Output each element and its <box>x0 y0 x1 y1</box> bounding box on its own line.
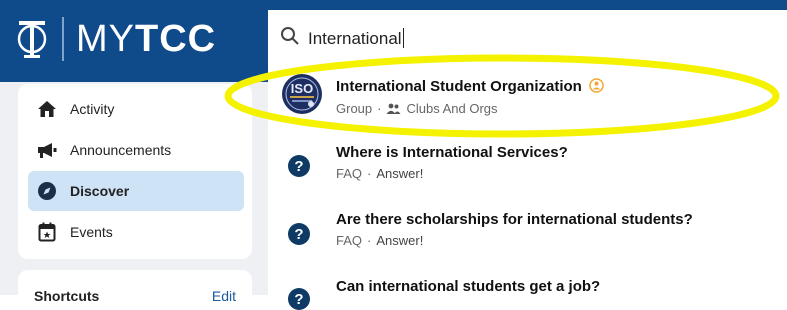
result-item[interactable]: ISO International Student Organization G… <box>268 66 787 130</box>
result-item[interactable]: ? Can international students get a job? <box>268 274 787 310</box>
calendar-icon <box>36 221 58 243</box>
text-cursor <box>402 28 404 48</box>
result-category: Clubs And Orgs <box>406 101 498 116</box>
sidebar-item-events[interactable]: Events <box>28 212 244 252</box>
result-item[interactable]: ? Where is International Services? FAQ ·… <box>268 136 787 198</box>
result-type: Group <box>336 101 373 116</box>
result-category: Answer! <box>376 233 424 248</box>
sidebar-item-label: Activity <box>70 101 115 117</box>
sidebar-item-label: Announcements <box>70 142 172 158</box>
verified-badge-icon <box>589 78 604 97</box>
tcc-emblem-icon <box>14 17 50 61</box>
meta-separator: · <box>367 166 372 181</box>
result-meta: FAQ · Answer! <box>336 166 423 181</box>
result-type: FAQ <box>336 233 363 248</box>
search-icon <box>280 26 300 51</box>
sidebar-item-label: Events <box>70 224 113 240</box>
brand-name-light: MY <box>76 17 135 60</box>
search-input[interactable]: International <box>308 28 404 49</box>
group-people-icon <box>386 103 401 115</box>
app-header: MYTCC <box>0 0 268 82</box>
avatar-text: ISO <box>291 81 313 96</box>
sidebar-nav: Activity Announcements Discover Events <box>18 84 252 259</box>
meta-separator: · <box>377 101 382 116</box>
result-title: International Student Organization <box>336 78 604 97</box>
logo-divider <box>62 17 64 61</box>
brand-wordmark: MYTCC <box>76 18 216 61</box>
megaphone-icon <box>36 139 58 161</box>
search-results: ISO International Student Organization G… <box>268 66 787 310</box>
question-icon: ? <box>288 223 310 245</box>
question-icon: ? <box>288 288 310 310</box>
search-bar[interactable]: International <box>268 10 787 66</box>
result-meta: Group · Clubs And Orgs <box>336 101 498 116</box>
sidebar-item-announcements[interactable]: Announcements <box>28 130 244 170</box>
shortcuts-edit-link[interactable]: Edit <box>212 288 236 304</box>
result-type: FAQ <box>336 166 363 181</box>
home-icon <box>36 98 58 120</box>
result-title: Can international students get a job? <box>336 278 601 295</box>
sidebar-item-discover[interactable]: Discover <box>28 171 244 211</box>
search-input-value: International <box>308 29 402 48</box>
result-title-text: International Student Organization <box>336 78 582 95</box>
compass-icon <box>36 180 58 202</box>
sidebar-item-activity[interactable]: Activity <box>28 89 244 129</box>
meta-separator: · <box>367 233 372 248</box>
brand-logo[interactable]: MYTCC <box>14 14 216 64</box>
result-title: Where is International Services? <box>336 144 568 161</box>
question-icon: ? <box>288 155 310 177</box>
shortcuts-title: Shortcuts <box>34 288 100 304</box>
result-category: Answer! <box>376 166 424 181</box>
group-avatar: ISO <box>282 74 322 114</box>
shortcuts-card: Shortcuts Edit <box>18 270 252 310</box>
sidebar-item-label: Discover <box>70 183 130 199</box>
result-title: Are there scholarships for international… <box>336 211 693 228</box>
result-meta: FAQ · Answer! <box>336 233 423 248</box>
brand-name-bold: TCC <box>135 17 217 60</box>
result-item[interactable]: ? Are there scholarships for internation… <box>268 206 787 268</box>
